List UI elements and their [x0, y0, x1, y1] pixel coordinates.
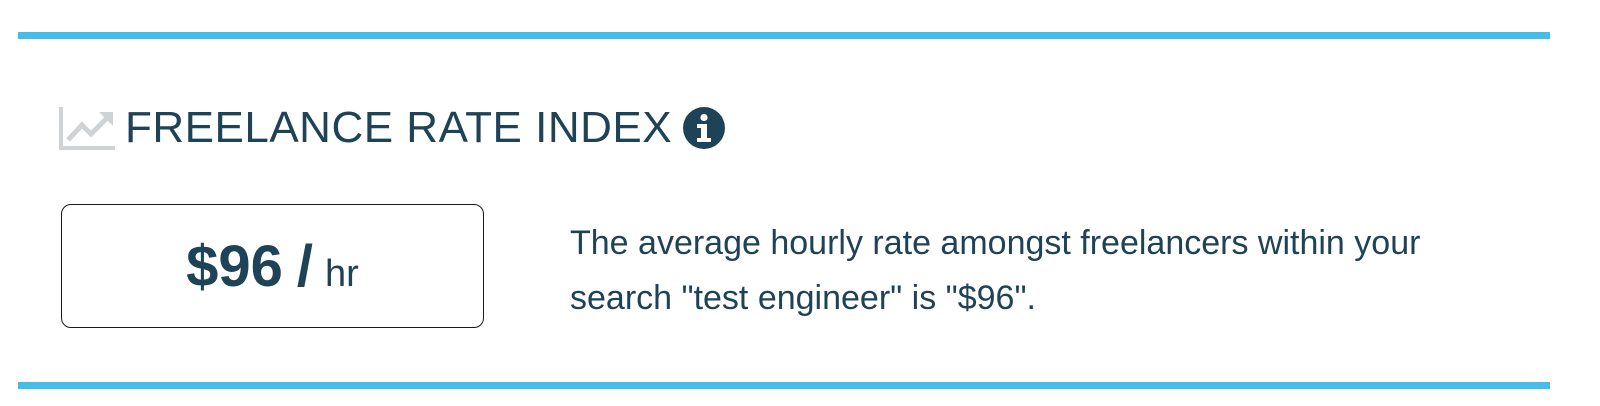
rate-display: $96 / hr [186, 233, 359, 300]
page-title: FREELANCE RATE INDEX [125, 103, 673, 152]
top-divider [18, 32, 1550, 39]
info-icon[interactable] [682, 106, 726, 150]
rate-separator: / [296, 233, 314, 299]
trend-chart-icon [59, 107, 115, 150]
rate-box: $96 / hr [61, 204, 484, 328]
bottom-divider [18, 382, 1550, 389]
rate-value: $96 [186, 233, 283, 299]
rate-description: The average hourly rate amongst freelanc… [570, 224, 1421, 317]
rate-unit: hr [325, 252, 359, 295]
section-header: FREELANCE RATE INDEX [58, 100, 726, 156]
